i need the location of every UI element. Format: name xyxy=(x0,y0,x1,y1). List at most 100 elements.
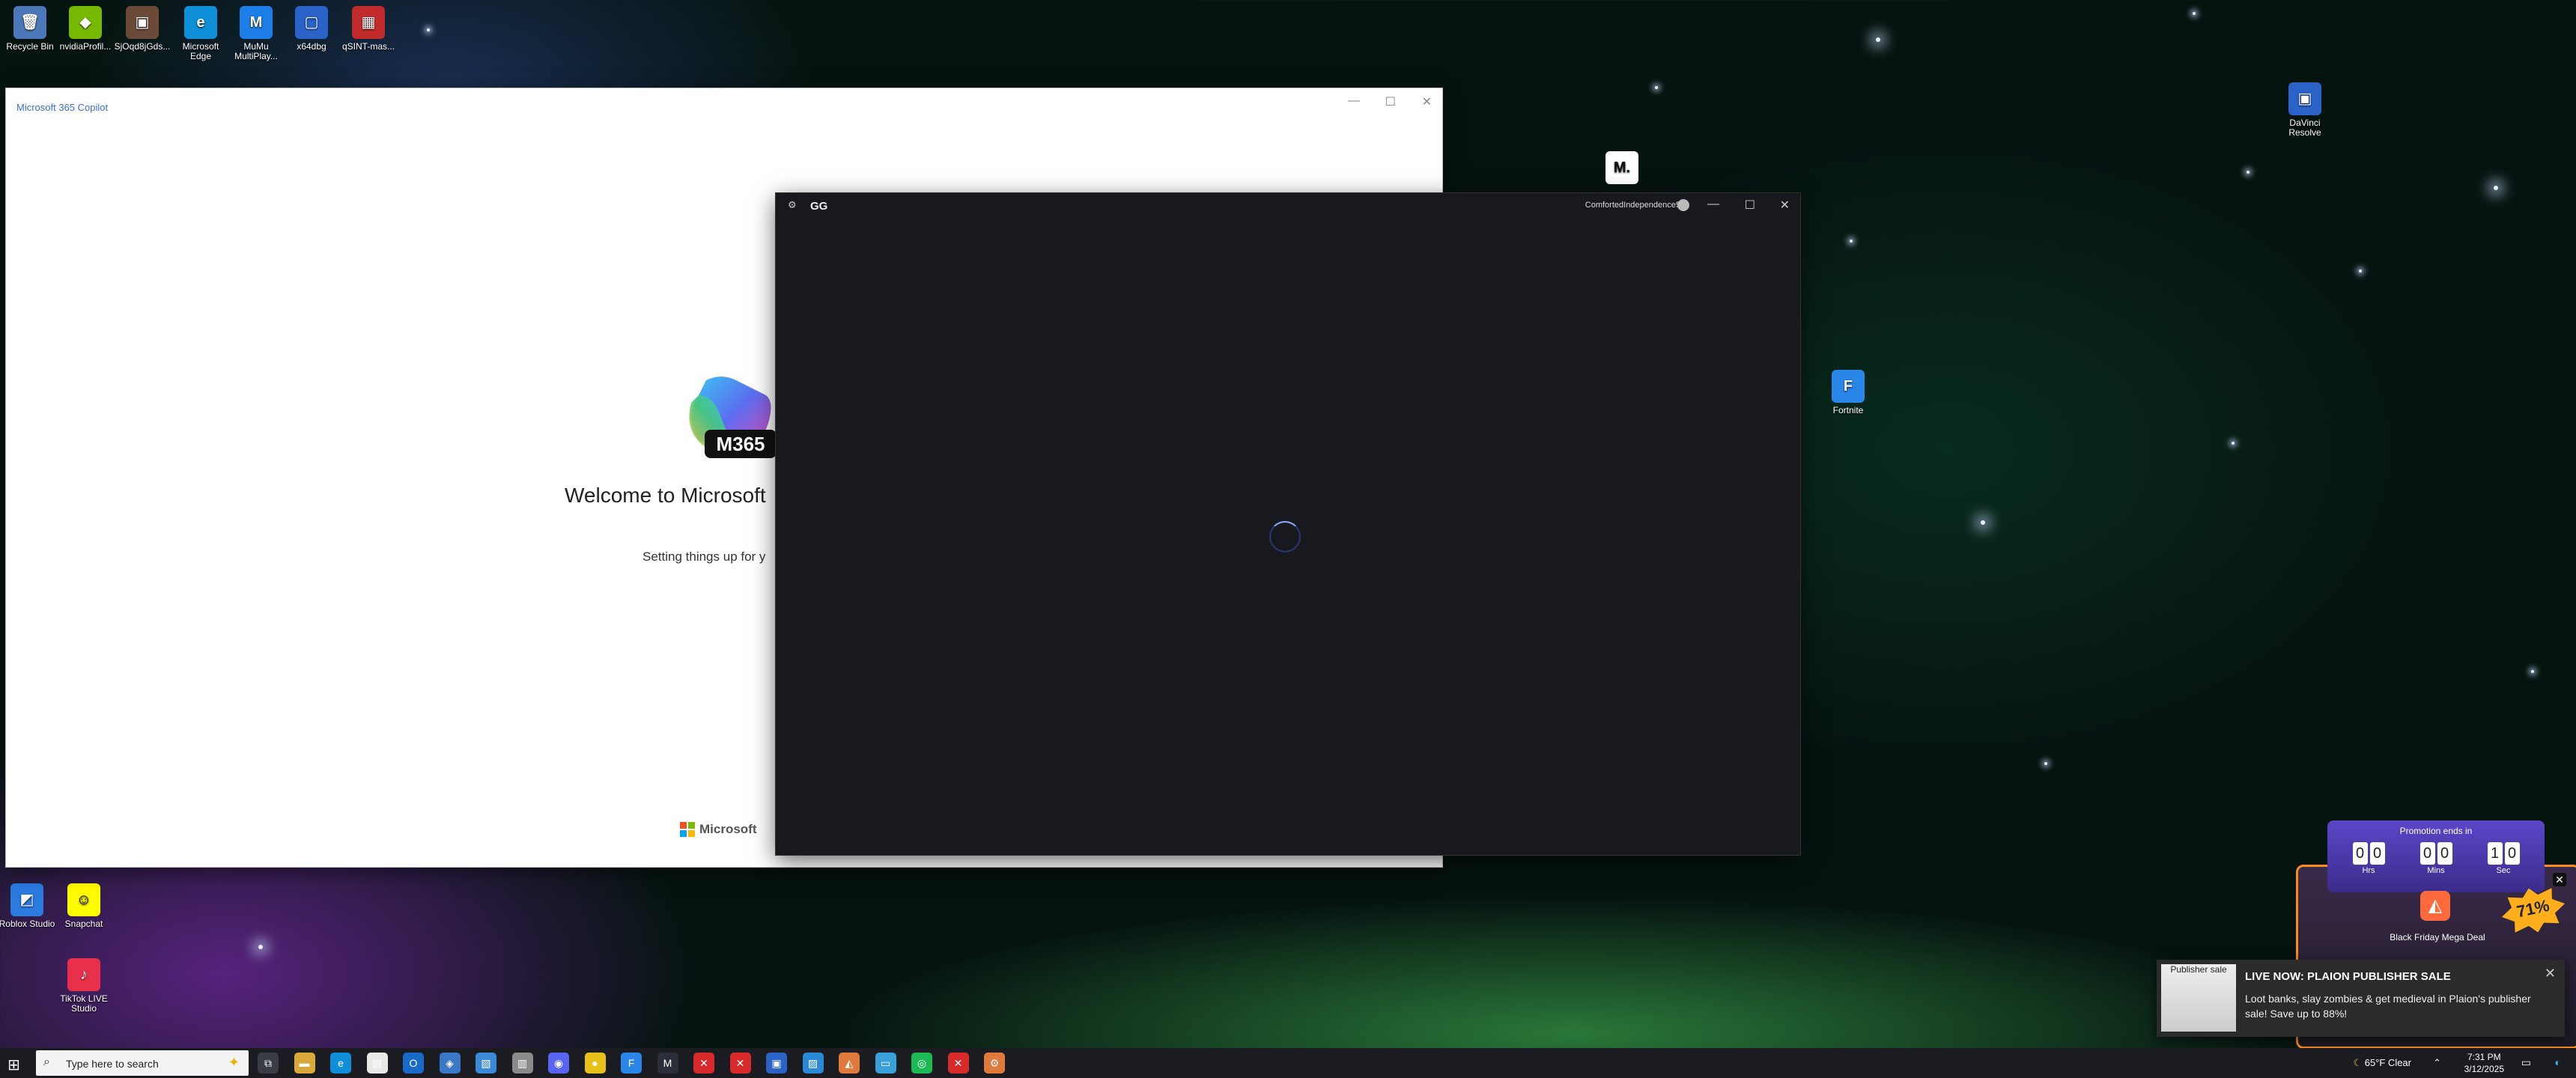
m-app-icon: M. xyxy=(1606,151,1638,184)
edge-shortcut[interactable]: e Microsoft Edge xyxy=(171,6,231,61)
promo-deal-text: Black Friday Mega Deal xyxy=(2390,932,2485,943)
clock[interactable]: 7:31 PM 3/12/2025 xyxy=(2464,1051,2504,1075)
timer-label: Mins xyxy=(2427,866,2445,875)
app-red1-icon[interactable]: ✕ xyxy=(693,1053,714,1074)
search-highlight-icon: ✦ xyxy=(228,1055,240,1070)
toast-title: LIVE NOW: PLAION PUBLISHER SALE xyxy=(2245,970,2451,983)
gg-username[interactable]: ComfortedIndependence5 xyxy=(1585,201,1680,210)
fortnite-shortcut[interactable]: F Fortnite xyxy=(1818,370,1878,415)
minimize-button[interactable]: — xyxy=(1707,198,1719,211)
davinci-shortcut[interactable]: ▣ DaVinci Resolve xyxy=(2275,82,2335,138)
star xyxy=(2531,670,2534,673)
mumu-shortcut[interactable]: M MuMu MultiPlay... xyxy=(226,6,286,61)
weather-moon-icon: ☾ xyxy=(2353,1057,2363,1068)
shortcut-label: DaVinci Resolve xyxy=(2288,118,2321,138)
app-red2-icon[interactable]: ✕ xyxy=(729,1053,751,1074)
timer-digit: 0 xyxy=(2437,842,2452,865)
outlook-icon[interactable]: O xyxy=(403,1053,424,1074)
mumu-icon: M xyxy=(240,6,273,39)
task-view-icon[interactable]: ⧉ xyxy=(258,1053,279,1074)
gg-title: GG xyxy=(810,200,828,213)
file-explorer-icon[interactable]: ▬ xyxy=(294,1053,315,1074)
snapchat-shortcut[interactable]: ☺ Snapchat xyxy=(54,883,114,929)
search-placeholder: Type here to search xyxy=(66,1058,159,1070)
discord-icon[interactable]: ◉ xyxy=(548,1053,569,1074)
fortnite-icon: F xyxy=(1832,370,1865,403)
network-icon[interactable]: ◐ xyxy=(2555,1056,2561,1068)
notepad-icon[interactable]: ▤ xyxy=(366,1053,388,1074)
app-m-icon[interactable]: M xyxy=(657,1053,678,1074)
weather-text: 65°F Clear xyxy=(2364,1057,2411,1068)
shortcut-label: x64dbg xyxy=(297,41,326,52)
gg-title-bar[interactable]: ⚙ GG ComfortedIndependence5 — ☐ ✕ xyxy=(776,193,1800,217)
clock-date: 3/12/2025 xyxy=(2464,1064,2504,1074)
m-app-shortcut[interactable]: M. xyxy=(1592,151,1652,187)
promo-close-button[interactable]: ✕ xyxy=(2553,873,2566,886)
shortcut-label: MuMu MultiPlay... xyxy=(234,41,278,61)
shortcut-label: Snapchat xyxy=(64,919,103,929)
recycle-bin-shortcut[interactable]: 🗑 Recycle Bin xyxy=(0,6,60,52)
star xyxy=(1655,86,1658,89)
fortnite-taskbar-icon[interactable]: F xyxy=(621,1053,642,1074)
maximize-button[interactable]: ☐ xyxy=(1745,198,1755,213)
star xyxy=(427,28,430,31)
tray-chevron-icon[interactable]: ⌃ xyxy=(2433,1057,2441,1069)
app-folder-icon[interactable]: ▭ xyxy=(875,1053,896,1074)
welcome-heading: Welcome to Microsoft xyxy=(565,484,766,507)
roblox-shortcut[interactable]: ◩ Roblox Studio xyxy=(0,883,57,929)
window-title: Microsoft 365 Copilot xyxy=(16,102,109,113)
timer-digit: 0 xyxy=(2369,842,2385,865)
app-photos-icon[interactable]: ▧ xyxy=(476,1053,496,1074)
recycle-bin-icon: 🗑 xyxy=(13,6,46,39)
start-button[interactable]: ⊞ xyxy=(7,1056,20,1074)
shortcut-label: Fortnite xyxy=(1832,405,1864,415)
maximize-button[interactable]: ☐ xyxy=(1385,94,1396,109)
shortcut-label: SjOqd8jGds... xyxy=(114,41,171,52)
shortcut-label: qSINT-mas... xyxy=(341,41,395,52)
star xyxy=(258,945,263,949)
toast-close-button[interactable]: ✕ xyxy=(2545,966,2556,981)
app-red3-icon[interactable]: ✕ xyxy=(947,1053,969,1074)
sjoq-shortcut[interactable]: ▣ SjOqd8jGds... xyxy=(112,6,172,52)
avatar[interactable] xyxy=(1677,199,1689,211)
x64dbg-shortcut[interactable]: ▢ x64dbg xyxy=(282,6,341,52)
star xyxy=(2193,12,2196,15)
tiktok-shortcut[interactable]: ♪ TikTok LIVE Studio xyxy=(54,958,114,1014)
search-input[interactable]: ⌕ Type here to search ✦ xyxy=(36,1050,249,1076)
app-orange-icon[interactable]: ◭ xyxy=(839,1053,860,1074)
notification-toast[interactable]: Publisher sale LIVE NOW: PLAION PUBLISHE… xyxy=(2157,960,2565,1037)
app-box-icon[interactable]: ▣ xyxy=(766,1053,787,1074)
microsoft-brand: Microsoft xyxy=(680,822,757,837)
close-button[interactable]: ✕ xyxy=(1422,94,1432,109)
star xyxy=(2044,762,2047,765)
m365-logo-text: M365 xyxy=(716,433,765,455)
spotify-icon[interactable]: ◎ xyxy=(911,1053,932,1074)
notifications-icon[interactable]: ▭ xyxy=(2521,1056,2531,1069)
qsint-shortcut[interactable]: ▦ qSINT-mas... xyxy=(338,6,398,52)
gg-window[interactable]: ⚙ GG ComfortedIndependence5 — ☐ ✕ xyxy=(776,193,1800,855)
star xyxy=(2232,442,2235,445)
timer-digit: 0 xyxy=(2352,842,2368,865)
tiktok-icon: ♪ xyxy=(67,958,100,991)
star xyxy=(1850,240,1853,243)
app-yellow-icon[interactable]: ● xyxy=(584,1053,606,1074)
shortcut-label: nvidiaProfil... xyxy=(59,41,112,52)
gg-taskbar-icon[interactable]: ⚙ xyxy=(984,1053,1005,1074)
clock-time: 7:31 PM xyxy=(2467,1052,2501,1062)
nvidia-icon: ◆ xyxy=(69,6,102,39)
app-gray-icon[interactable]: ▥ xyxy=(511,1053,533,1074)
star xyxy=(2247,171,2250,174)
edge-icon: e xyxy=(184,6,217,39)
loading-spinner-icon xyxy=(1269,521,1301,552)
edge-taskbar-icon[interactable]: e xyxy=(330,1053,351,1074)
roblox-icon: ◩ xyxy=(10,883,43,916)
nvidia-shortcut[interactable]: ◆ nvidiaProfil... xyxy=(55,6,115,52)
app-blue-icon[interactable]: ◈ xyxy=(439,1053,461,1074)
gg-settings-icon[interactable]: ⚙ xyxy=(788,199,797,211)
close-button[interactable]: ✕ xyxy=(1780,198,1790,213)
toast-image: Publisher sale xyxy=(2161,964,2236,1032)
app-chart-icon[interactable]: ▨ xyxy=(802,1053,824,1074)
weather-widget[interactable]: ☾ 65°F Clear xyxy=(2353,1057,2411,1069)
timer-label: Sec xyxy=(2496,866,2511,875)
minimize-button[interactable]: — xyxy=(1348,94,1360,108)
